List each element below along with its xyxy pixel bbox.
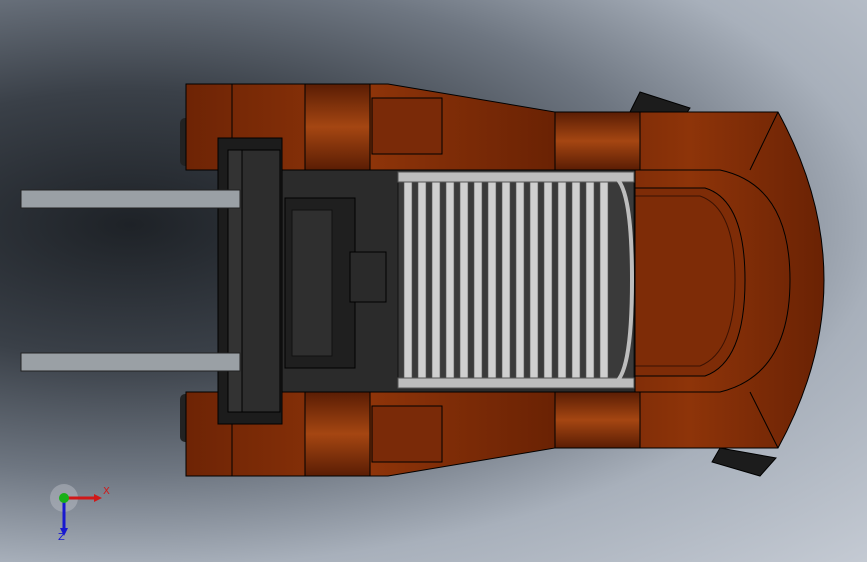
- y-axis-dot: [59, 493, 69, 503]
- z-axis-label: Z: [58, 532, 65, 543]
- cad-viewport[interactable]: X Z: [0, 0, 867, 562]
- mast: [217, 137, 283, 425]
- rear-wheel-bottom: [711, 447, 777, 477]
- radiator-grille: [397, 171, 635, 389]
- fork-top: [20, 189, 241, 209]
- forklift-model-top-view[interactable]: [0, 0, 867, 562]
- coordinate-triad[interactable]: X Z: [48, 482, 118, 544]
- x-axis-label: X: [103, 486, 110, 497]
- fork-bottom: [20, 352, 241, 372]
